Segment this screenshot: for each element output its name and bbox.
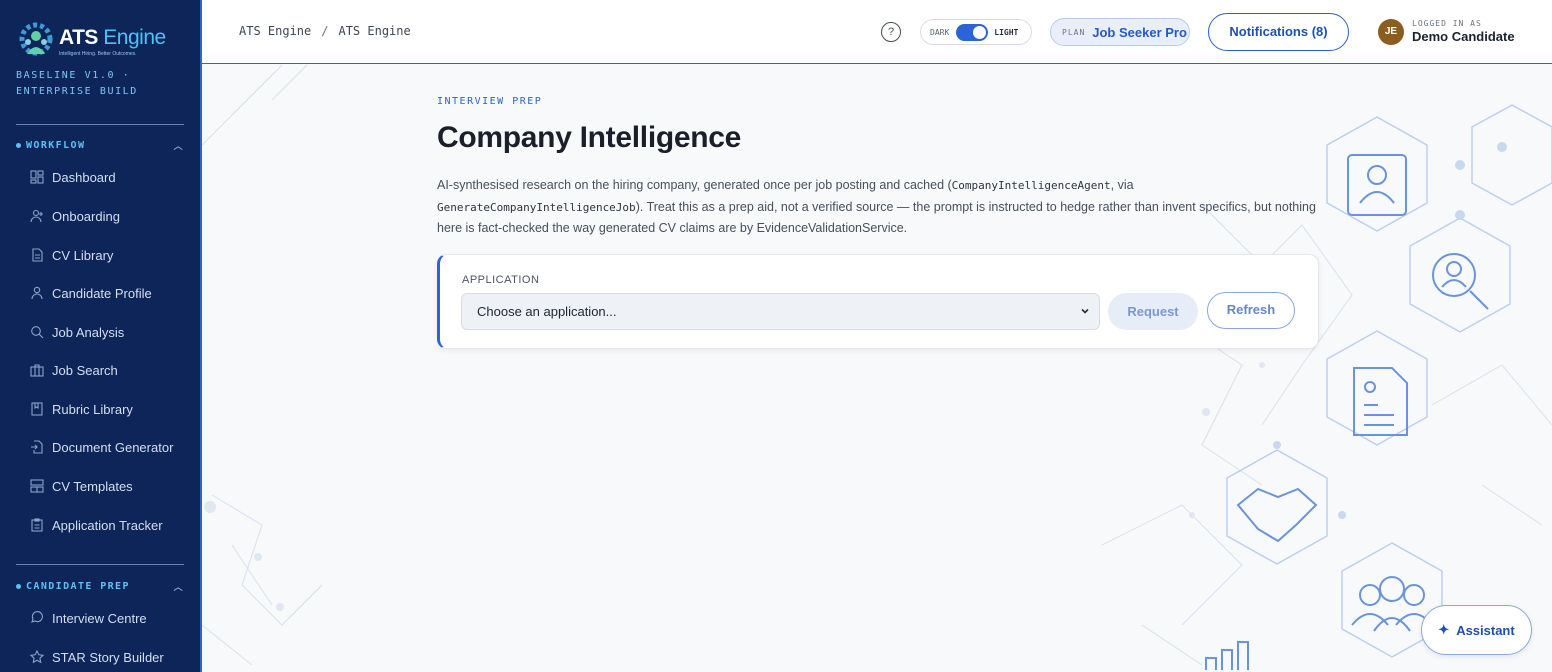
divider — [16, 124, 184, 125]
brand-name: ATS Engine — [59, 26, 166, 49]
brand[interactable]: ATS Engine Intelligent Hiring. Better Ou… — [16, 22, 166, 62]
avatar[interactable]: JE — [1378, 19, 1404, 45]
chevron-up-icon: ︿ — [173, 583, 184, 593]
help-icon[interactable]: ? — [881, 22, 901, 42]
chat-icon — [30, 611, 44, 625]
notifications-button[interactable]: Notifications (8) — [1208, 13, 1349, 51]
refresh-button[interactable]: Refresh — [1207, 292, 1295, 329]
section-workflow[interactable]: WORKFLOW ︿ — [16, 139, 184, 152]
file-icon — [30, 248, 44, 262]
divider — [16, 564, 184, 565]
breadcrumb: ATS Engine / ATS Engine — [239, 24, 411, 38]
background-decoration — [202, 65, 1552, 672]
breadcrumb-item[interactable]: ATS Engine — [239, 24, 311, 38]
build-info: BASELINE V1.0 · ENTERPRISE BUILD — [16, 70, 138, 97]
request-button[interactable]: Request — [1108, 293, 1198, 330]
chevron-up-icon: ︿ — [173, 142, 184, 152]
star-icon — [30, 650, 44, 664]
theme-toggle[interactable]: DARK LIGHT — [920, 19, 1032, 45]
sidebar-item-cv-templates[interactable]: CV Templates — [30, 473, 133, 499]
page-eyebrow: INTERVIEW PREP — [437, 96, 543, 107]
sidebar-item-document-generator[interactable]: Document Generator — [30, 434, 173, 460]
sidebar-item-job-search[interactable]: Job Search — [30, 357, 118, 383]
sidebar-item-dashboard[interactable]: Dashboard — [30, 164, 116, 190]
briefcase-icon — [30, 363, 44, 377]
application-card: APPLICATION Choose an application... Req… — [437, 254, 1319, 349]
layout-icon — [30, 479, 44, 493]
toggle-switch[interactable] — [956, 23, 989, 41]
sidebar-item-interview-centre[interactable]: Interview Centre — [30, 605, 147, 631]
user-info[interactable]: LOGGED IN AS Demo Candidate — [1412, 19, 1515, 44]
sidebar-item-job-analysis[interactable]: Job Analysis — [30, 319, 124, 345]
page-description: AI-synthesised research on the hiring co… — [437, 178, 1316, 235]
sidebar-item-application-tracker[interactable]: Application Tracker — [30, 512, 163, 538]
bookmark-icon — [30, 402, 44, 416]
top-bar: ATS Engine / ATS Engine ? DARK LIGHT PLAN … — [202, 0, 1552, 64]
chevron-down-icon — [1081, 308, 1089, 314]
application-label: APPLICATION — [462, 274, 540, 286]
sidebar-item-rubric-library[interactable]: Rubric Library — [30, 396, 133, 422]
sidebar-item-star-story-builder[interactable]: STAR Story Builder — [30, 644, 164, 670]
file-export-icon — [30, 440, 44, 454]
sidebar-item-onboarding[interactable]: Onboarding — [30, 203, 120, 229]
sidebar-item-candidate-profile[interactable]: Candidate Profile — [30, 280, 152, 306]
sidebar-item-cv-library[interactable]: CV Library — [30, 242, 113, 268]
search-icon — [30, 325, 44, 339]
sidebar: ATS Engine Intelligent Hiring. Better Ou… — [0, 0, 202, 672]
grid-icon — [30, 170, 44, 184]
plan-badge[interactable]: PLAN Job Seeker Pro — [1050, 18, 1190, 46]
assistant-button[interactable]: ✦ Assistant — [1421, 605, 1532, 655]
user-icon — [30, 286, 44, 300]
section-candidate-prep[interactable]: CANDIDATE PREP ︿ — [16, 580, 184, 593]
page-title: Company Intelligence — [437, 121, 742, 154]
clipboard-icon — [30, 518, 44, 532]
user-plus-icon — [30, 209, 44, 223]
breadcrumb-item: ATS Engine — [338, 24, 411, 38]
sparkle-icon: ✦ — [1438, 622, 1450, 637]
logo-icon — [19, 22, 53, 56]
brand-tagline: Intelligent Hiring. Better Outcomes. — [59, 51, 137, 57]
application-select[interactable]: Choose an application... — [461, 293, 1100, 330]
